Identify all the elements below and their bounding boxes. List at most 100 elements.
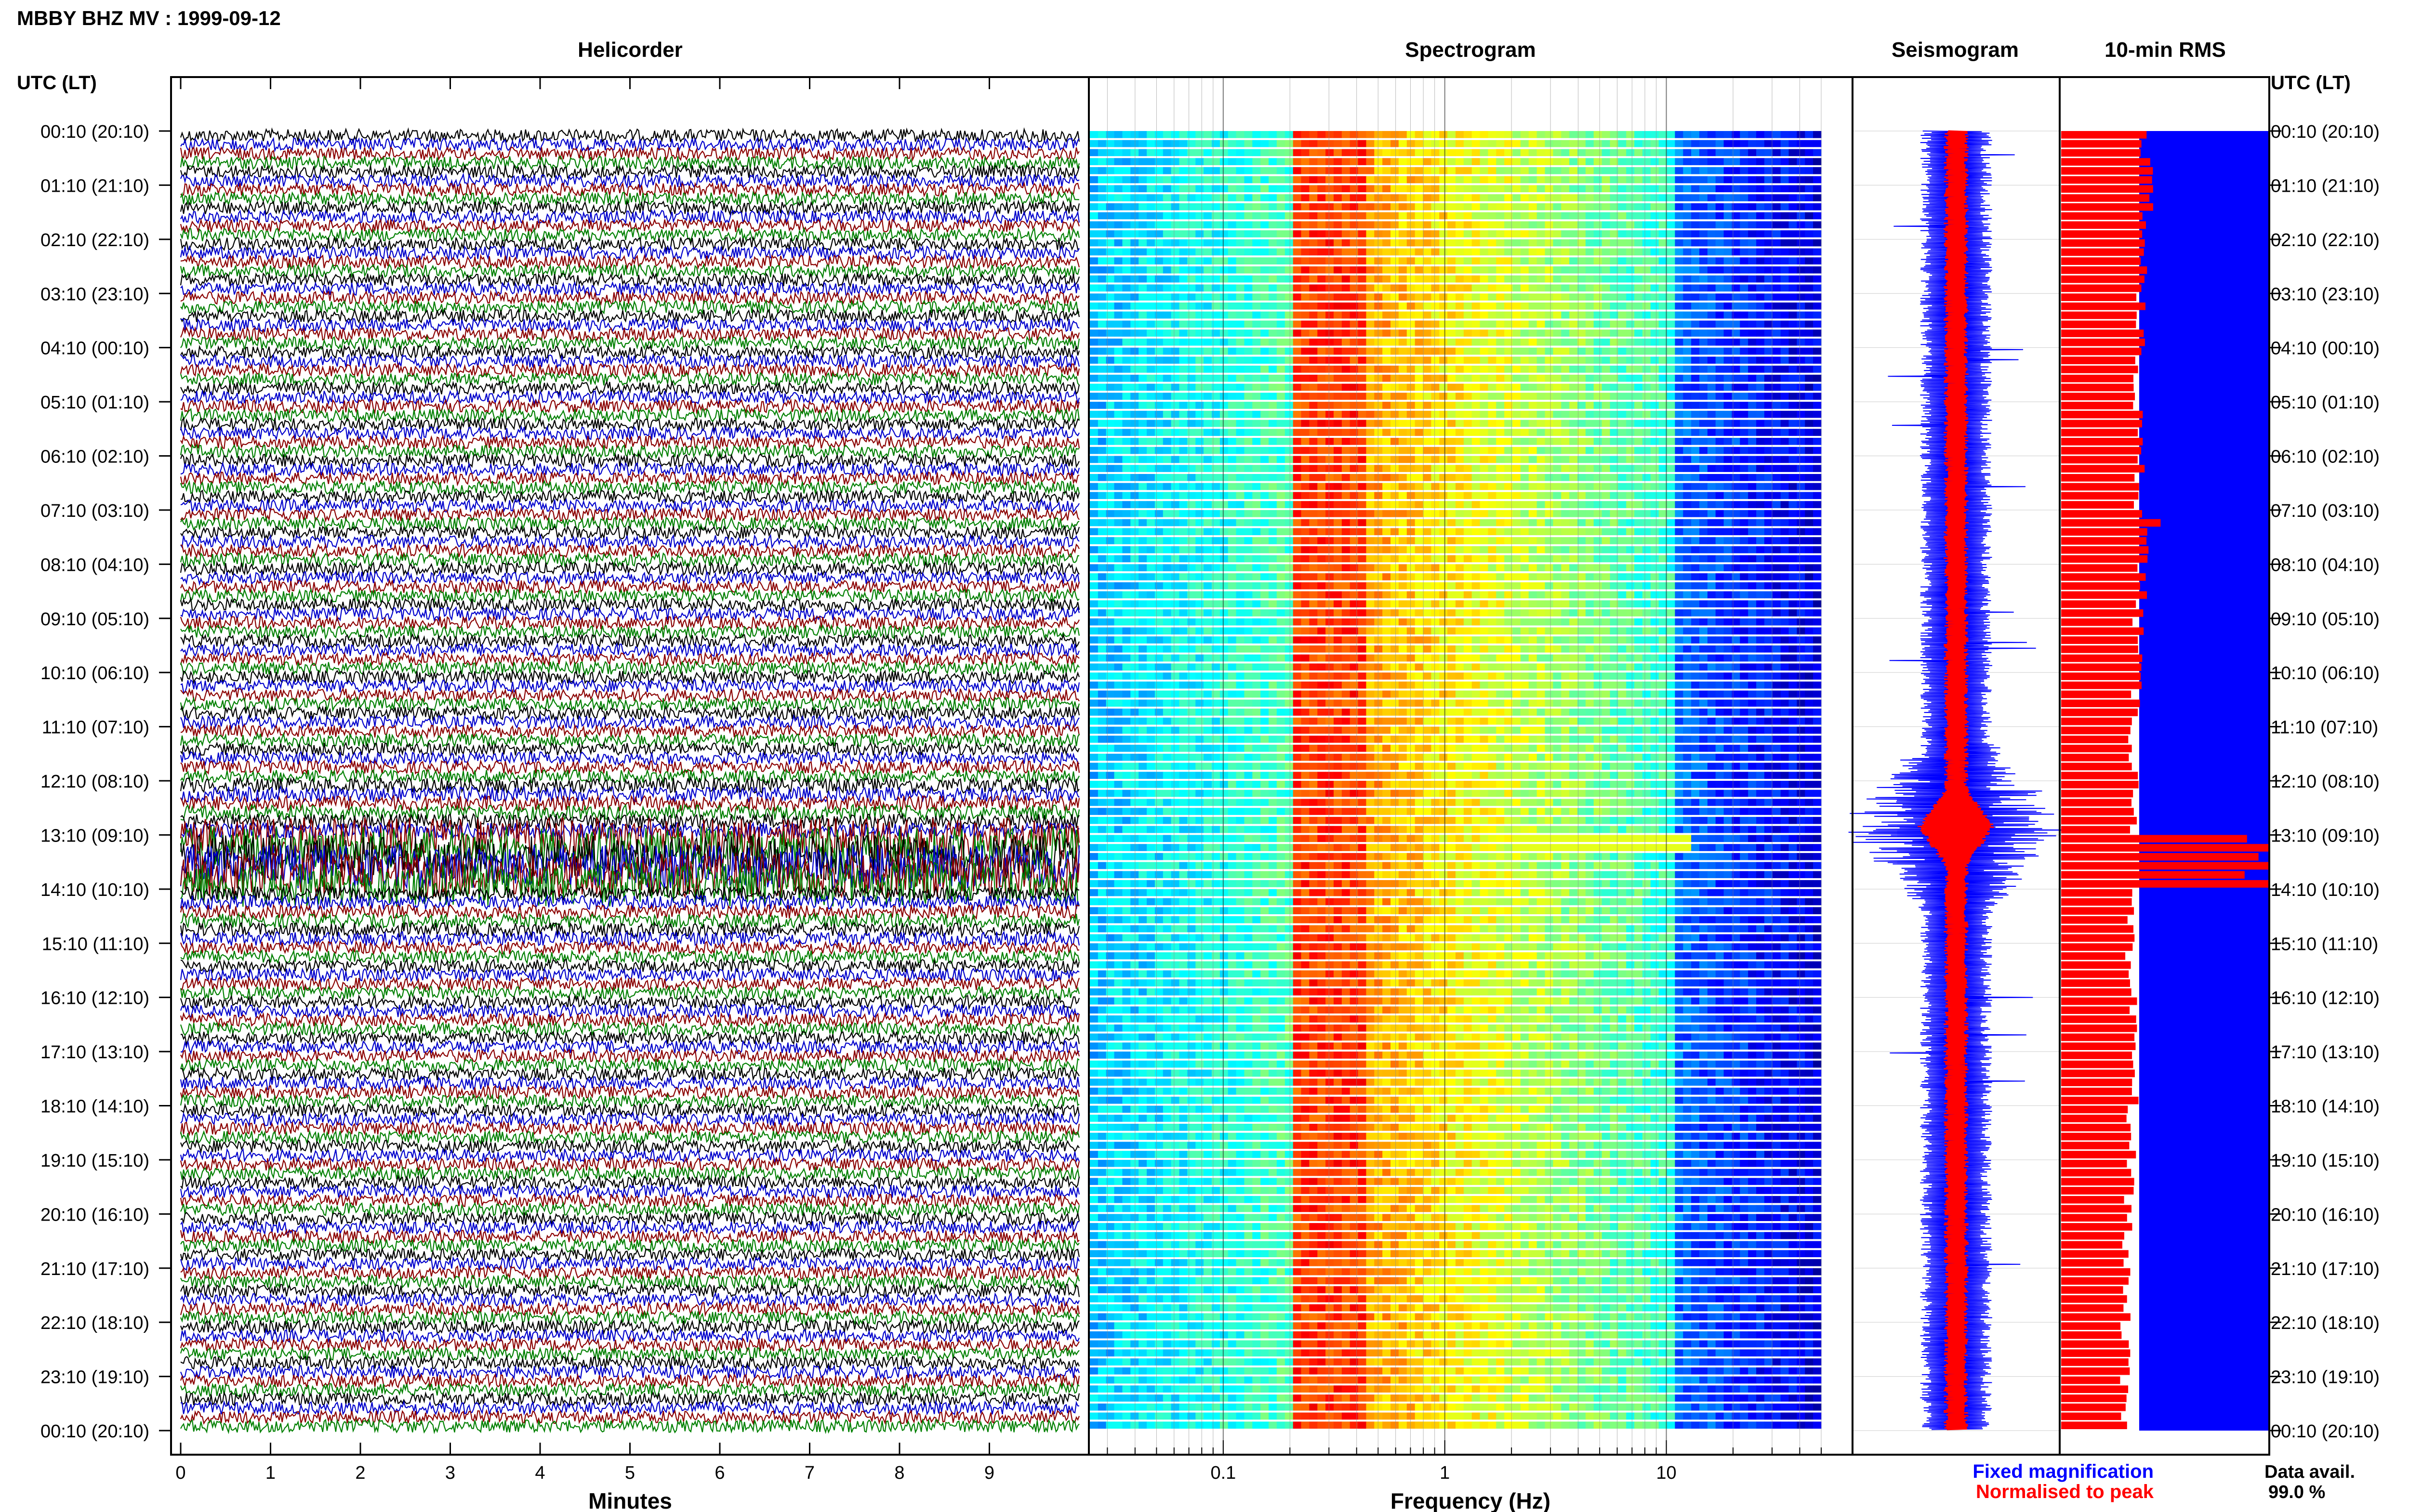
spectrogram-cell (1545, 158, 1553, 165)
spectrogram-cell (1748, 483, 1757, 490)
spectrogram-cell (1374, 176, 1383, 184)
spectrogram-cell (1187, 293, 1196, 301)
spectrogram-cell (1740, 393, 1748, 400)
spectrogram-cell (1626, 347, 1635, 355)
spectrogram-cell (1260, 311, 1269, 319)
spectrogram-cell (1187, 564, 1196, 571)
spectrogram-cell (1350, 320, 1359, 328)
spectrogram-cell (1415, 167, 1424, 174)
spectrogram-cell (1456, 366, 1464, 373)
spectrogram-cell (1195, 140, 1204, 147)
spectrogram-cell (1675, 329, 1683, 337)
spectrogram-cell (1585, 356, 1594, 364)
spectrogram-cell (1147, 311, 1155, 319)
spectrogram-cell (1260, 609, 1269, 617)
spectrogram-cell (1740, 140, 1748, 147)
spectrogram-cell (1553, 248, 1562, 256)
spectrogram-cell (1276, 591, 1285, 599)
spectrogram-cell (1398, 537, 1407, 544)
spectrogram-cell (1683, 383, 1692, 391)
spectrogram-cell (1626, 591, 1635, 599)
spectrogram-cell (1585, 158, 1594, 165)
spectrogram-cell (1813, 185, 1822, 193)
spectrogram-cell (1301, 230, 1310, 237)
spectrogram-cell (1341, 383, 1350, 391)
spectrogram-cell (1471, 528, 1481, 536)
spectrogram-cell (1772, 149, 1781, 157)
spectrogram-cell (1480, 140, 1489, 147)
spectrogram-cell (1683, 402, 1692, 409)
spectrogram-cell (1154, 402, 1164, 409)
spectrogram-cell (1480, 374, 1489, 382)
spectrogram-cell (1593, 212, 1602, 220)
spectrogram-cell (1228, 176, 1237, 184)
spectrogram-cell (1699, 266, 1708, 274)
spectrogram-cell (1122, 347, 1131, 355)
spectrogram-cell (1788, 456, 1797, 463)
spectrogram-cell (1382, 239, 1391, 247)
spectrogram-cell (1561, 438, 1570, 445)
spectrogram-cell (1780, 221, 1789, 229)
spectrogram-cell (1667, 609, 1675, 617)
spectrogram-cell (1545, 176, 1553, 184)
spectrogram-cell (1553, 284, 1562, 292)
spectrogram-cell (1154, 393, 1164, 400)
spectrogram-cell (1260, 293, 1269, 301)
spectrogram-cell (1593, 302, 1602, 310)
spectrogram-cell (1163, 293, 1172, 301)
spectrogram-cell (1252, 356, 1261, 364)
spectrogram-cell (1130, 501, 1139, 508)
spectrogram-cell (1334, 149, 1342, 157)
spectrogram-cell (1602, 293, 1611, 301)
spectrogram-cell (1114, 302, 1123, 310)
spectrogram-cell (1163, 221, 1172, 229)
spectrogram-cell (1228, 140, 1237, 147)
spectrogram-cell (1618, 609, 1627, 617)
spectrogram-cell (1366, 302, 1375, 310)
spectrogram-cell (1707, 501, 1716, 508)
spectrogram-cell (1545, 194, 1553, 201)
spectrogram-cell (1764, 501, 1773, 508)
spectrogram-cell (1683, 239, 1692, 247)
spectrogram-cell (1374, 149, 1383, 157)
spectrogram-cell (1740, 510, 1748, 517)
spectrogram-cell (1276, 329, 1285, 337)
spectrogram-cell (1740, 320, 1748, 328)
spectrogram-cell (1228, 519, 1237, 526)
spectrogram-cell (1805, 248, 1813, 256)
spectrogram-cell (1301, 212, 1310, 220)
spectrogram-cell (1090, 410, 1099, 418)
spectrogram-cell (1797, 582, 1805, 590)
spectrogram-cell (1195, 483, 1204, 490)
spectrogram-cell (1545, 140, 1553, 147)
spectrogram-cell (1415, 383, 1424, 391)
spectrogram-cell (1626, 230, 1635, 237)
spectrogram-cell (1301, 609, 1310, 617)
spectrogram-cell (1358, 293, 1367, 301)
spectrogram-cell (1228, 320, 1237, 328)
spectrogram-cell (1788, 140, 1797, 147)
spectrogram-cell (1179, 483, 1188, 490)
spectrogram-cell (1122, 366, 1131, 373)
spectrogram-cell (1797, 456, 1805, 463)
spectrogram-cell (1130, 248, 1139, 256)
spectrogram-cell (1447, 600, 1456, 607)
spectrogram-cell (1154, 591, 1164, 599)
spectrogram-cell (1138, 609, 1147, 617)
spectrogram-cell (1650, 474, 1659, 481)
spectrogram-cell (1309, 338, 1318, 346)
spectrogram-cell (1334, 537, 1342, 544)
spectrogram-cell (1496, 347, 1505, 355)
spectrogram-cell (1439, 212, 1448, 220)
spectrogram-cell (1715, 347, 1724, 355)
spectrogram-cell (1561, 528, 1570, 536)
spectrogram-cell (1488, 519, 1496, 526)
spectrogram-cell (1317, 356, 1326, 364)
spectrogram-cell (1171, 429, 1180, 436)
spectrogram-cell (1147, 510, 1155, 517)
spectrogram-cell (1626, 528, 1635, 536)
spectrogram-cell (1171, 510, 1180, 517)
spectrogram-cell (1269, 167, 1277, 174)
spectrogram-cell (1797, 447, 1805, 454)
spectrogram-cell (1350, 329, 1359, 337)
